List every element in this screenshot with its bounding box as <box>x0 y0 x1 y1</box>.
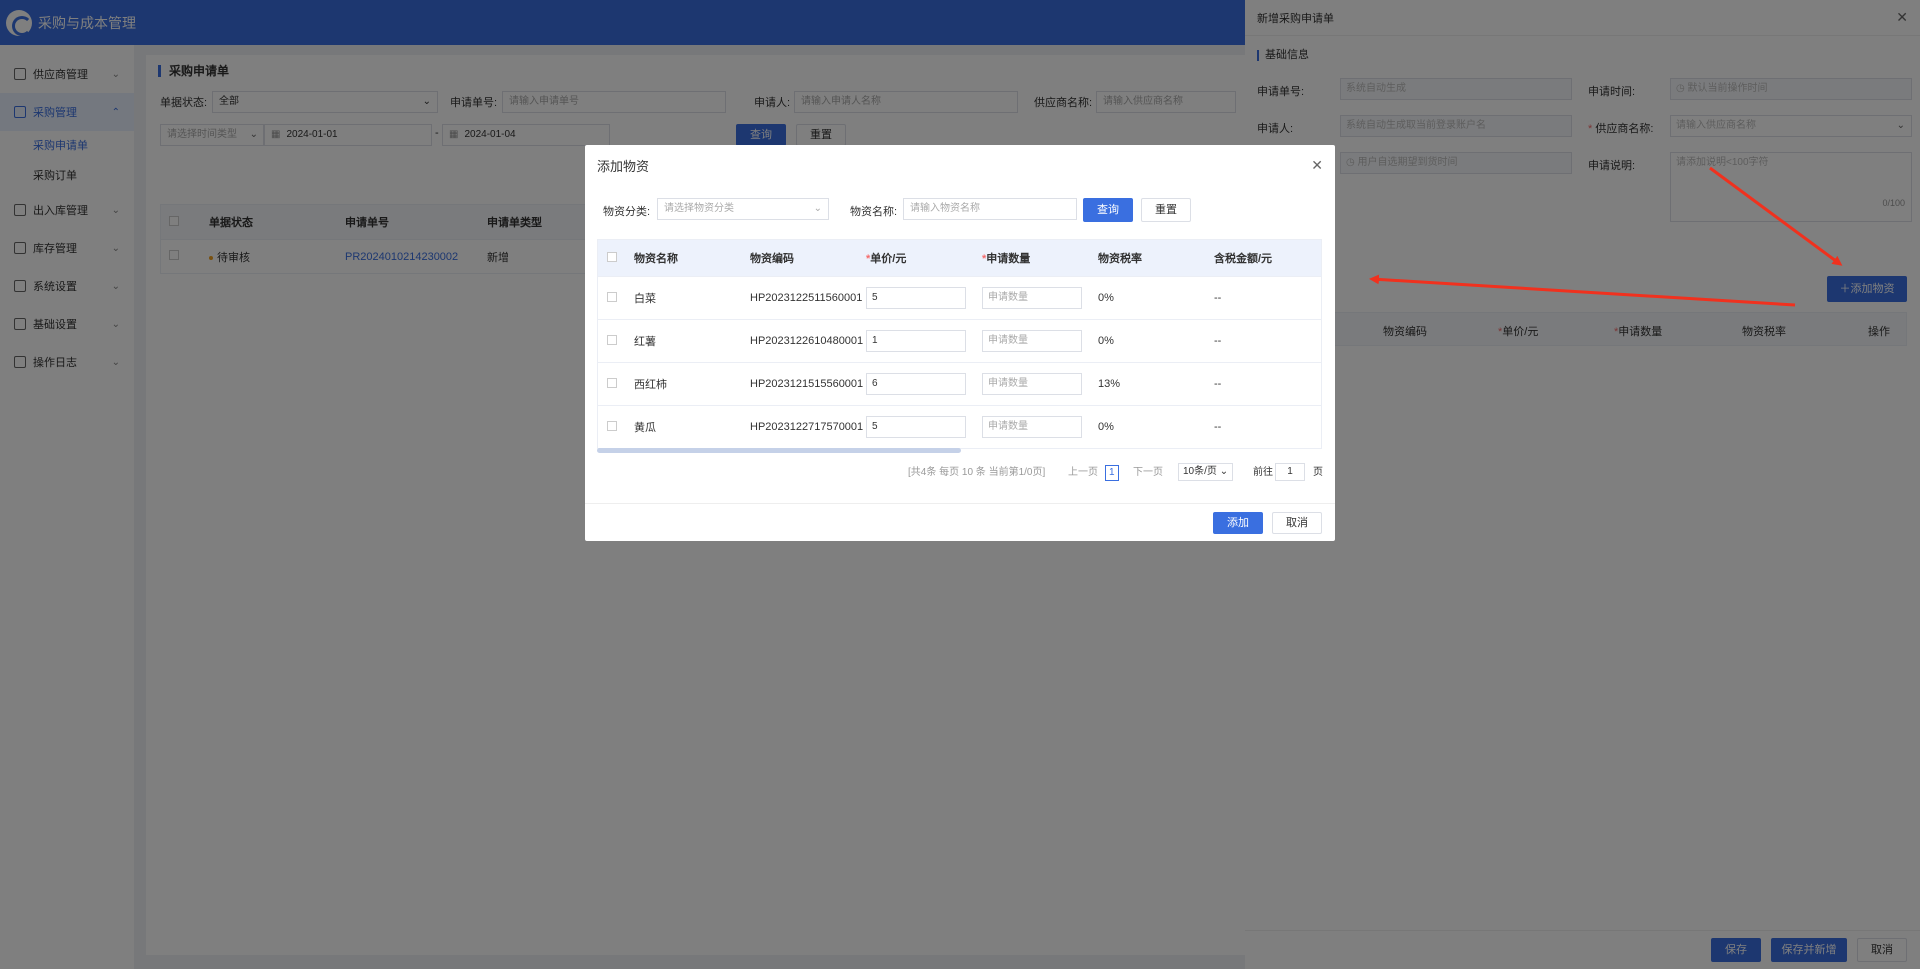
modal-header: 添加物资 ✕ <box>585 145 1335 185</box>
chevron-down-icon: ⌄ <box>1219 466 1229 477</box>
table-row[interactable]: 红薯 HP2023122610480001 1 申请数量 0% -- <box>598 319 1321 362</box>
category-filter-label: 物资分类: <box>603 206 651 218</box>
table-row[interactable]: 西红柿 HP2023121515560001 6 申请数量 13% -- <box>598 362 1321 405</box>
pager-next[interactable]: 下一页 <box>1133 463 1163 478</box>
pager-current[interactable]: 1 <box>1105 465 1119 481</box>
modal-footer: 添加 取消 <box>585 503 1335 541</box>
category-filter-select[interactable]: 请选择物资分类 ⌄ <box>657 198 829 220</box>
material-table-header: 物资名称 物资编码 *单价/元 *申请数量 物资税率 含税金额/元 <box>598 240 1321 276</box>
material-table: 物资名称 物资编码 *单价/元 *申请数量 物资税率 含税金额/元 白菜 HP2… <box>597 239 1322 449</box>
price-input[interactable]: 5 <box>866 416 966 438</box>
row-checkbox[interactable] <box>607 377 617 388</box>
select-all-checkbox[interactable] <box>607 251 617 262</box>
price-input[interactable]: 6 <box>866 373 966 395</box>
add-button[interactable]: 添加 <box>1213 512 1263 534</box>
row-checkbox[interactable] <box>607 420 617 431</box>
price-input[interactable]: 5 <box>866 287 966 309</box>
qty-input[interactable]: 申请数量 <box>982 287 1082 309</box>
modal-reset-button[interactable]: 重置 <box>1141 198 1191 222</box>
pager-prev[interactable]: 上一页 <box>1068 463 1098 478</box>
row-checkbox[interactable] <box>607 334 617 345</box>
modal-cancel-button[interactable]: 取消 <box>1272 512 1322 534</box>
table-row[interactable]: 黄瓜 HP2023122717570001 5 申请数量 0% -- <box>598 405 1321 448</box>
chevron-down-icon: ⌄ <box>813 203 822 214</box>
arrow-to-add-button <box>1709 166 1843 266</box>
pager-summary: [共4条 每页 10 条 当前第1/0页] <box>908 467 1046 478</box>
page-size-select[interactable]: 10条/页 ⌄ <box>1178 463 1234 481</box>
arrow-to-modal <box>1369 274 1796 307</box>
qty-input[interactable]: 申请数量 <box>982 373 1082 395</box>
pager-goto-input[interactable]: 1 <box>1275 463 1305 481</box>
qty-input[interactable]: 申请数量 <box>982 330 1082 352</box>
pager-goto-label: 前往 <box>1253 467 1273 478</box>
modal-query-button[interactable]: 查询 <box>1083 198 1133 222</box>
qty-input[interactable]: 申请数量 <box>982 416 1082 438</box>
pager-page-unit: 页 <box>1313 467 1323 478</box>
table-row[interactable]: 白菜 HP2023122511560001 5 申请数量 0% -- <box>598 276 1321 319</box>
row-checkbox[interactable] <box>607 291 617 302</box>
table-scrollbar[interactable] <box>597 448 961 453</box>
name-filter-label: 物资名称: <box>850 206 898 218</box>
price-input[interactable]: 1 <box>866 330 966 352</box>
name-filter-input[interactable]: 请输入物资名称 <box>903 198 1077 220</box>
close-icon[interactable]: ✕ <box>1311 157 1323 174</box>
modal-title: 添加物资 <box>597 158 650 174</box>
add-material-modal: 添加物资 ✕ 物资分类: 请选择物资分类 ⌄ 物资名称: 请输入物资名称 查询 … <box>585 145 1335 541</box>
